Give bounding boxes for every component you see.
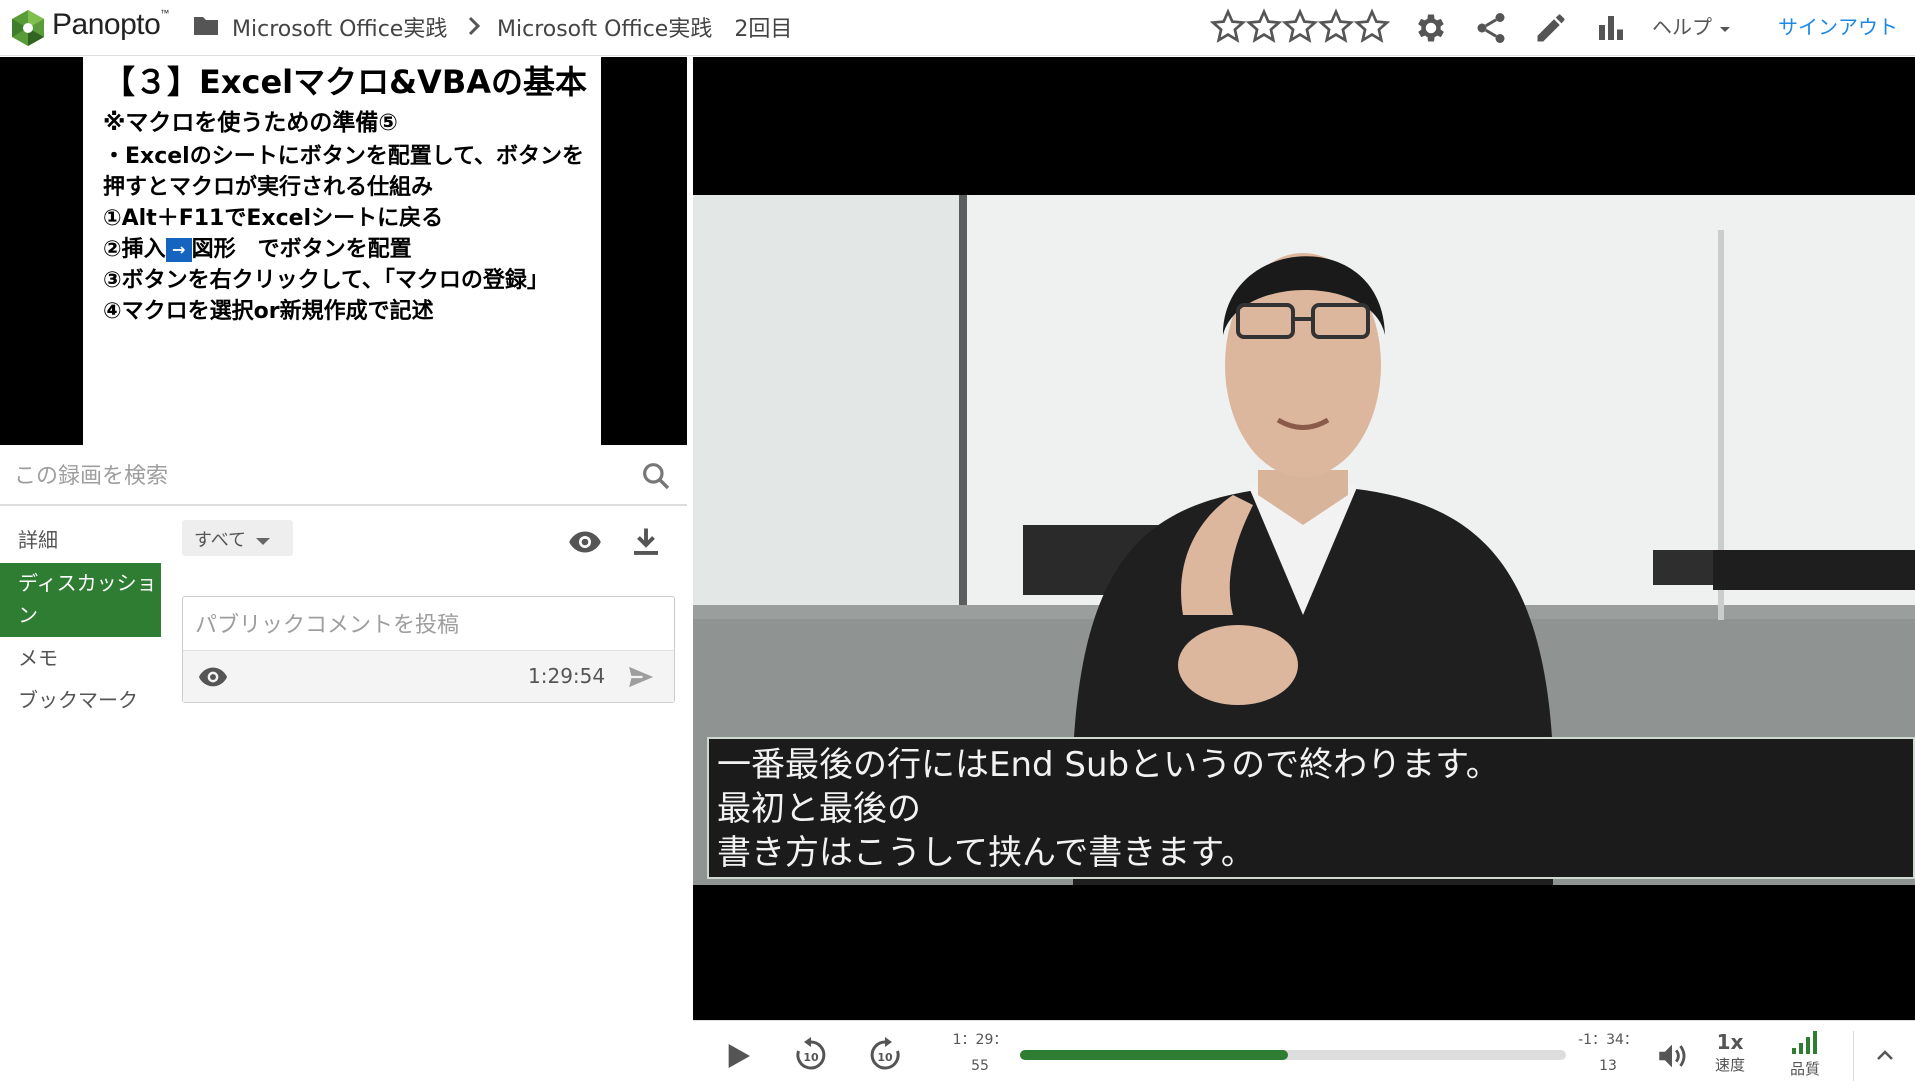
video-player[interactable]: 一番最後の行にはEnd Subというので終わります。 最初と最後の 書き方はこう… bbox=[693, 57, 1915, 1020]
star-icon[interactable] bbox=[1318, 8, 1354, 44]
tab-discussion[interactable]: ディスカッション bbox=[0, 563, 161, 637]
star-icon[interactable] bbox=[1246, 8, 1282, 44]
slide-subtitle: ※マクロを使うための準備⑤ bbox=[103, 110, 398, 137]
caret-down-icon bbox=[1720, 26, 1731, 32]
caption-line: 最初と最後の bbox=[717, 789, 921, 829]
slide-line: ④マクロを選択or新規作成で記述 bbox=[103, 299, 434, 325]
slide-line: ③ボタンを右クリックして、「マクロの登録」 bbox=[103, 268, 549, 294]
signal-bars-icon bbox=[1792, 1031, 1817, 1054]
slide-panel[interactable]: 【３】Excelマクロ&VBAの基本 ※マクロを使うための準備⑤ ・Excelの… bbox=[0, 57, 687, 445]
help-menu[interactable]: ヘルプ bbox=[1652, 11, 1732, 40]
brand-name[interactable]: Panopto™ bbox=[52, 8, 169, 42]
top-bar: Panopto™ Microsoft Office実践 Microsoft Of… bbox=[0, 0, 1915, 56]
comment-composer: 1:29:54 bbox=[182, 596, 675, 703]
svg-text:10: 10 bbox=[803, 1051, 819, 1064]
comment-timestamp: 1:29:54 bbox=[528, 664, 606, 688]
slide-title: 【３】Excelマクロ&VBAの基本 bbox=[103, 63, 587, 101]
panopto-logo-icon[interactable] bbox=[8, 8, 48, 48]
rewind-10-icon[interactable]: 10 bbox=[791, 1035, 831, 1075]
tab-details[interactable]: 詳細 bbox=[0, 524, 161, 556]
edit-pencil-icon[interactable] bbox=[1533, 10, 1569, 46]
filter-label: すべて bbox=[194, 530, 247, 551]
download-icon[interactable] bbox=[628, 524, 664, 560]
quality-button[interactable]: 品質 bbox=[1780, 1030, 1830, 1080]
public-comment-input[interactable] bbox=[195, 605, 665, 645]
signout-link[interactable]: サインアウト bbox=[1778, 11, 1898, 40]
eye-icon[interactable] bbox=[565, 524, 605, 560]
caption-line: 一番最後の行にはEnd Subというので終わります。 bbox=[717, 745, 1500, 785]
progress-fill bbox=[1020, 1050, 1288, 1060]
rating-stars[interactable] bbox=[1210, 8, 1390, 44]
caption-line: 書き方はこうして挟んで書きます。 bbox=[717, 833, 1255, 873]
stats-chart-icon[interactable] bbox=[1593, 10, 1629, 46]
share-icon[interactable] bbox=[1473, 10, 1509, 46]
recording-search bbox=[0, 446, 687, 506]
slide-line: ・Excelのシートにボタンを配置して、ボタンを bbox=[103, 144, 584, 170]
slide-line-step2: ②挿入 → 図形 でボタンを配置 bbox=[103, 237, 412, 263]
playback-speed-button[interactable]: 1x 速度 bbox=[1705, 1030, 1755, 1076]
controls-divider bbox=[1853, 1031, 1854, 1081]
remaining-time: -1：34： 13 bbox=[1578, 1032, 1638, 1074]
slide-line: ①Alt＋F11でExcelシートに戻る bbox=[103, 206, 444, 232]
breadcrumb-folder-link[interactable]: Microsoft Office実践 bbox=[232, 11, 447, 43]
svg-text:10: 10 bbox=[877, 1051, 893, 1064]
slide-content: 【３】Excelマクロ&VBAの基本 ※マクロを使うための準備⑤ ・Excelの… bbox=[83, 57, 601, 445]
tab-notes[interactable]: メモ bbox=[0, 642, 161, 674]
play-icon[interactable] bbox=[722, 1040, 754, 1072]
closed-caption: 一番最後の行にはEnd Subというので終わります。 最初と最後の 書き方はこう… bbox=[707, 737, 1915, 879]
chevron-right-icon bbox=[468, 16, 481, 36]
tab-bookmarks[interactable]: ブックマーク bbox=[0, 684, 161, 716]
progress-bar[interactable] bbox=[1020, 1050, 1566, 1060]
comment-footer: 1:29:54 bbox=[183, 650, 674, 702]
send-icon[interactable] bbox=[623, 659, 659, 695]
visibility-eye-icon[interactable] bbox=[195, 661, 231, 693]
search-input[interactable] bbox=[14, 456, 614, 496]
volume-icon[interactable] bbox=[1653, 1039, 1691, 1073]
gear-icon[interactable] bbox=[1413, 10, 1449, 46]
search-icon[interactable] bbox=[640, 460, 672, 492]
breadcrumb-session-title: Microsoft Office実践 2回目 bbox=[497, 17, 793, 42]
folder-icon bbox=[194, 17, 218, 35]
star-icon[interactable] bbox=[1354, 8, 1390, 44]
star-icon[interactable] bbox=[1210, 8, 1246, 44]
elapsed-time: 1：29： 55 bbox=[952, 1032, 1008, 1074]
forward-10-icon[interactable]: 10 bbox=[865, 1035, 905, 1075]
slide-line: 押すとマクロが実行される仕組み bbox=[103, 175, 434, 201]
chevron-up-icon[interactable] bbox=[1871, 1043, 1899, 1067]
caret-down-icon bbox=[256, 537, 271, 545]
star-icon[interactable] bbox=[1282, 8, 1318, 44]
discussion-filter-dropdown[interactable]: すべて bbox=[182, 520, 293, 556]
arrow-right-icon: → bbox=[165, 238, 192, 263]
player-controls: 10 10 1：29： 55 -1：34： 13 1x 速度 品質 bbox=[693, 1020, 1915, 1089]
